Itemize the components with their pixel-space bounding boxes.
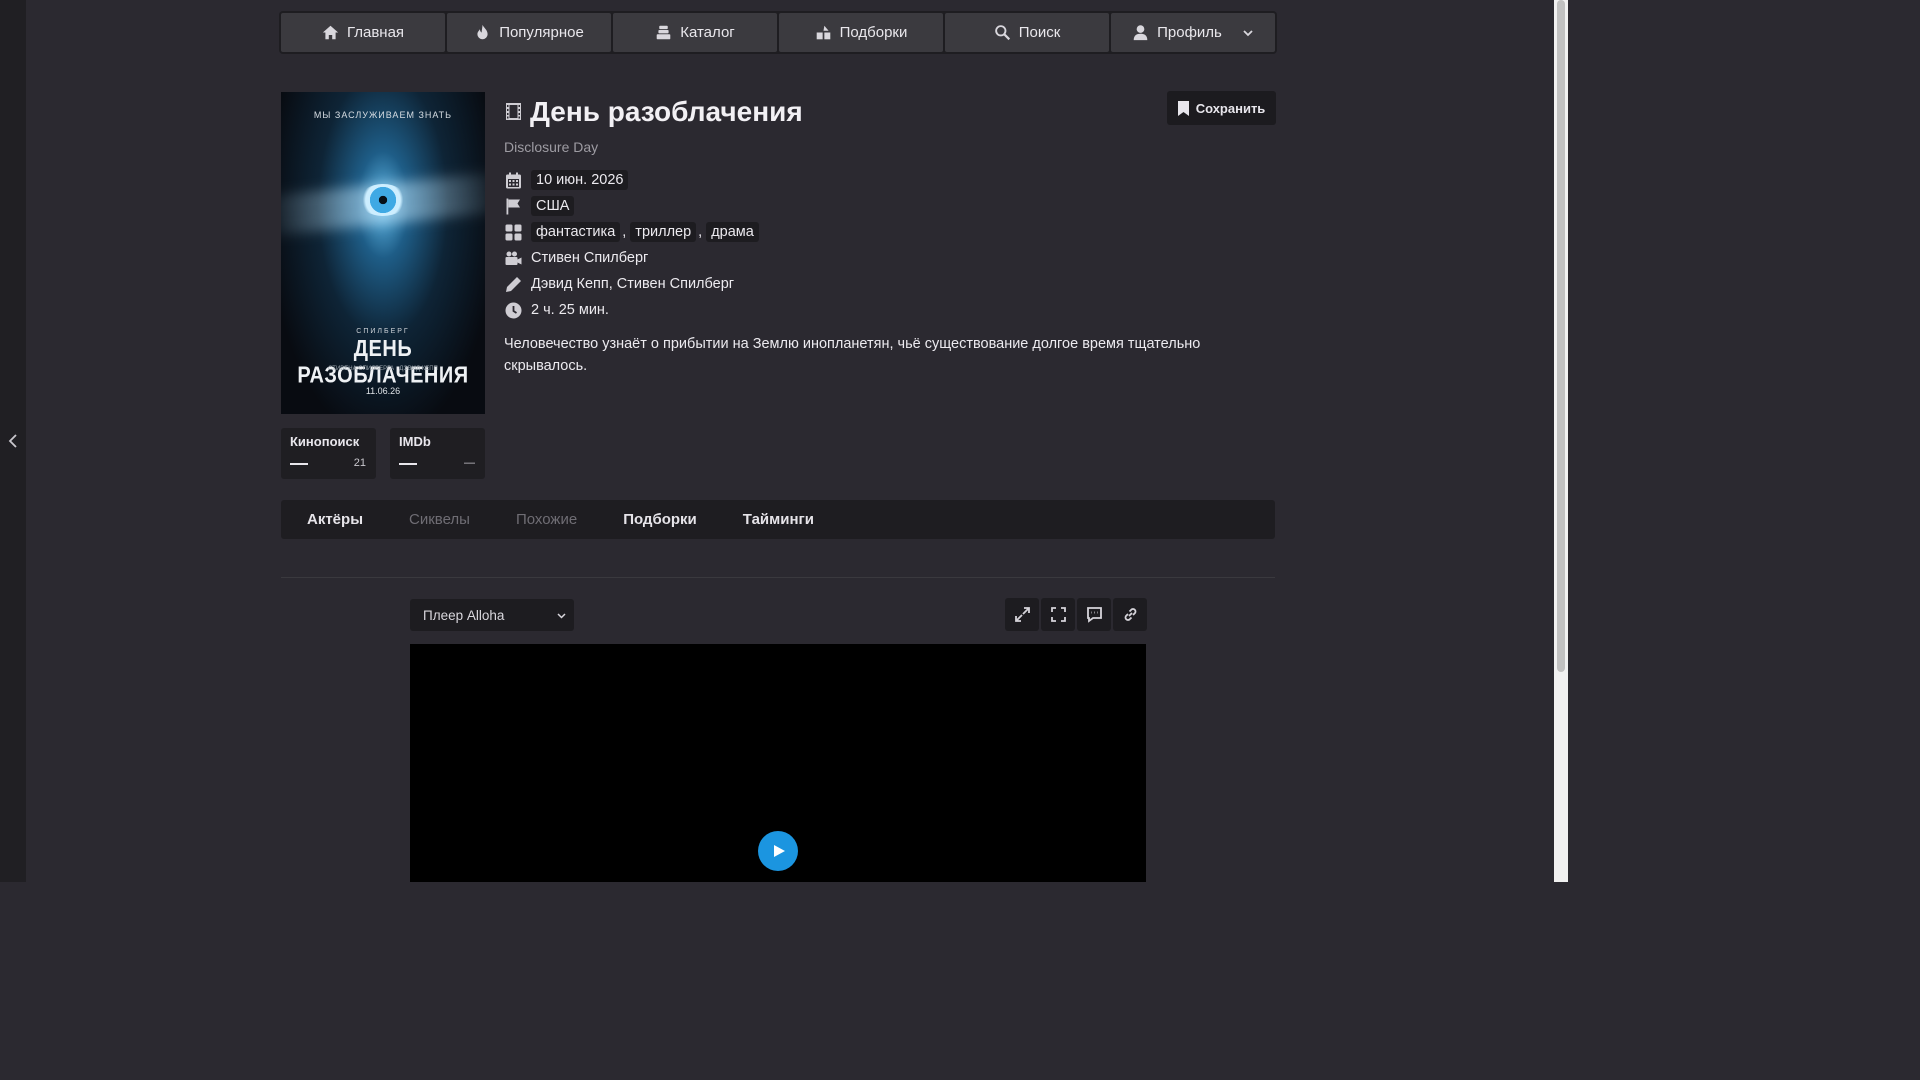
nav-item-label: Каталог bbox=[680, 24, 735, 41]
nav-item-home[interactable]: Главная bbox=[281, 13, 445, 52]
nav-item-popular[interactable]: Популярное bbox=[447, 13, 611, 52]
release-date-row: 10 июн. 2026 bbox=[505, 169, 629, 191]
catalog-icon bbox=[656, 25, 671, 40]
tab-sequels[interactable]: Сиквелы bbox=[409, 511, 470, 528]
rating-name: IMDb bbox=[399, 434, 431, 449]
director-name: Стивен Спилберг bbox=[531, 250, 649, 266]
tab-similar[interactable]: Похожие bbox=[516, 511, 577, 528]
poster-title: ДЕНЬ РАЗОБЛАЧЕНИЯ bbox=[297, 336, 469, 389]
nav-item-label: Поиск bbox=[1018, 24, 1061, 41]
top-navigation: Главная Популярное Каталог Подборки Поис… bbox=[279, 11, 1277, 54]
rating-bar bbox=[290, 463, 308, 465]
chevron-left-icon[interactable] bbox=[6, 432, 20, 450]
fire-icon bbox=[477, 24, 488, 40]
page-title: День разоблачения bbox=[530, 96, 803, 127]
nav-item-profile[interactable]: Профиль bbox=[1111, 13, 1275, 52]
scrollbar-thumb[interactable] bbox=[1557, 0, 1565, 672]
search-icon bbox=[994, 25, 1010, 41]
nav-item-search[interactable]: Поиск bbox=[945, 13, 1109, 52]
genre-chip[interactable]: триллер bbox=[630, 222, 697, 242]
expand-icon bbox=[1014, 607, 1030, 622]
content-tabs: Актёры Сиквелы Похожие Подборки Тайминги bbox=[281, 500, 1275, 539]
poster-date: 11.06.26 bbox=[365, 386, 401, 396]
country-row: США bbox=[505, 195, 575, 217]
video-player[interactable] bbox=[410, 644, 1146, 882]
duration-value: 2 ч. 25 мин. bbox=[531, 302, 609, 318]
expand-button[interactable] bbox=[1005, 598, 1039, 631]
comment-icon bbox=[1086, 607, 1102, 623]
rating-imdb[interactable]: IMDb — bbox=[390, 428, 485, 479]
poster-credits: СТИВЕНА СПИЛБЕРГА · ДЭВИД КЕПП bbox=[328, 366, 438, 372]
genres-icon bbox=[505, 224, 522, 240]
pencil-icon bbox=[506, 276, 521, 292]
release-date-chip[interactable]: 10 июн. 2026 bbox=[531, 170, 629, 190]
video-camera-icon bbox=[505, 251, 522, 265]
share-link-button[interactable] bbox=[1113, 598, 1147, 631]
rating-value: 21 bbox=[353, 457, 366, 469]
fullscreen-button[interactable] bbox=[1041, 598, 1075, 631]
calendar-icon bbox=[506, 172, 521, 188]
movie-description: Человечество узнаёт о прибытии на Землю … bbox=[504, 336, 1201, 374]
player-select[interactable]: Плеер Alloha bbox=[410, 599, 574, 631]
rating-bar bbox=[399, 463, 417, 465]
rating-name: Кинопоиск bbox=[290, 434, 360, 449]
nav-item-label: Популярное bbox=[499, 24, 584, 41]
tab-timings[interactable]: Тайминги bbox=[743, 511, 814, 528]
writers-row: Дэвид Кепп, Стивен Спилберг bbox=[505, 273, 734, 295]
left-rail bbox=[0, 0, 26, 882]
play-button[interactable] bbox=[758, 831, 798, 871]
nav-item-label: Профиль bbox=[1157, 24, 1222, 41]
poster-tagline: МЫ ЗАСЛУЖИВАЕМ ЗНАТЬ bbox=[313, 110, 453, 120]
poster-author: СПИЛБЕРГ bbox=[356, 328, 410, 335]
genre-chip[interactable]: фантастика bbox=[531, 222, 621, 242]
rating-value: — bbox=[464, 457, 475, 469]
film-icon bbox=[506, 103, 521, 120]
play-icon bbox=[774, 845, 785, 857]
original-title: Disclosure Day bbox=[504, 139, 599, 155]
link-icon bbox=[1124, 608, 1136, 621]
clock-icon bbox=[505, 302, 522, 318]
genres-row: фантастика, триллер, драма bbox=[505, 221, 759, 243]
chevron-down-icon bbox=[557, 612, 566, 619]
writers-names: Дэвид Кепп, Стивен Спилберг bbox=[531, 276, 735, 292]
user-icon bbox=[1133, 25, 1148, 41]
player-select-value: Плеер Alloha bbox=[423, 607, 505, 623]
scrollbar[interactable] bbox=[1554, 0, 1568, 882]
collections-icon bbox=[816, 25, 830, 40]
duration-row: 2 ч. 25 мин. bbox=[505, 299, 609, 321]
fullscreen-icon bbox=[1050, 607, 1066, 622]
section-divider bbox=[281, 577, 1275, 578]
chevron-down-icon bbox=[1243, 29, 1253, 36]
poster-eye bbox=[359, 184, 407, 216]
director-row: Стивен Спилберг bbox=[505, 247, 648, 269]
flag-icon bbox=[506, 198, 520, 214]
nav-item-collections[interactable]: Подборки bbox=[779, 13, 943, 52]
tab-collections[interactable]: Подборки bbox=[623, 511, 697, 528]
tab-actors[interactable]: Актёры bbox=[307, 511, 363, 528]
bookmark-icon bbox=[1177, 100, 1189, 116]
nav-item-catalog[interactable]: Каталог bbox=[613, 13, 777, 52]
save-button-label: Сохранить bbox=[1195, 100, 1266, 116]
country-chip[interactable]: США bbox=[531, 196, 575, 216]
home-icon bbox=[322, 25, 339, 40]
genre-chip[interactable]: драма bbox=[706, 222, 759, 242]
movie-poster[interactable]: МЫ ЗАСЛУЖИВАЕМ ЗНАТЬ СПИЛБЕРГ ДЕНЬ РАЗОБ… bbox=[281, 92, 485, 414]
nav-item-label: Главная bbox=[346, 24, 405, 41]
rating-kinopoisk[interactable]: Кинопоиск 21 bbox=[281, 428, 376, 479]
nav-item-label: Подборки bbox=[839, 24, 908, 41]
comments-button[interactable] bbox=[1077, 598, 1111, 631]
save-button[interactable]: Сохранить bbox=[1167, 91, 1276, 125]
